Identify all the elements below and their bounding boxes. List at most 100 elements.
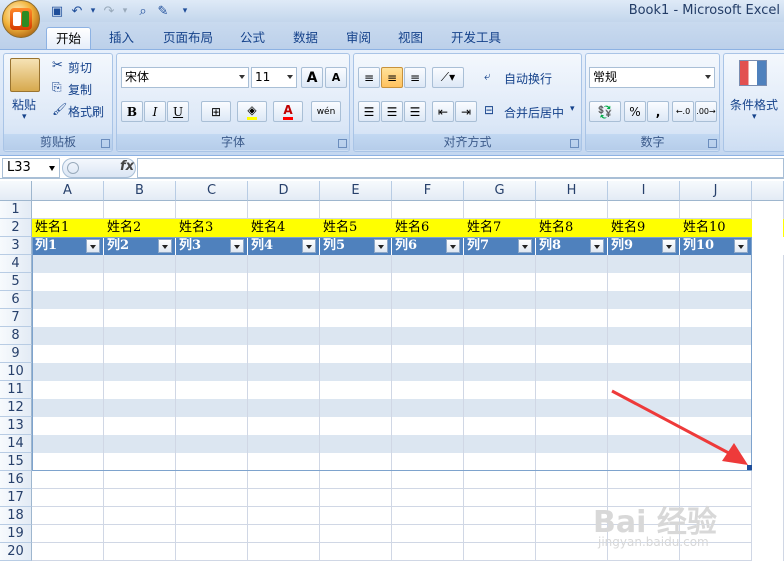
cell-b16[interactable] xyxy=(104,471,176,489)
cell-c18[interactable] xyxy=(176,507,248,525)
cell-f20[interactable] xyxy=(392,543,464,561)
cell-h13[interactable] xyxy=(536,417,608,435)
row-header-14[interactable]: 14 xyxy=(0,435,32,453)
cell-a4[interactable] xyxy=(32,255,104,273)
cell-i2[interactable]: 姓名9 xyxy=(608,219,680,237)
cell-g13[interactable] xyxy=(464,417,536,435)
cell-h10[interactable] xyxy=(536,363,608,381)
cell-d19[interactable] xyxy=(248,525,320,543)
decrease-indent-button[interactable]: ⇤ xyxy=(432,101,454,122)
merge-dropdown-icon[interactable]: ▾ xyxy=(570,104,575,114)
cell-e16[interactable] xyxy=(320,471,392,489)
cell-a3[interactable]: 列1 xyxy=(32,237,104,255)
column-header-f[interactable]: F xyxy=(392,181,464,201)
cell-j3[interactable]: 列10 xyxy=(680,237,752,255)
tab-home[interactable]: 开始 xyxy=(46,27,92,49)
cell-d2[interactable]: 姓名4 xyxy=(248,219,320,237)
filter-dropdown-icon[interactable] xyxy=(590,239,604,253)
cell-e11[interactable] xyxy=(320,381,392,399)
cell-c15[interactable] xyxy=(176,453,248,471)
cell-b14[interactable] xyxy=(104,435,176,453)
cell-j2[interactable]: 姓名10 xyxy=(680,219,752,237)
font-launcher-icon[interactable] xyxy=(338,139,347,148)
insert-function-button[interactable]: fx xyxy=(120,159,134,174)
cell-j8[interactable] xyxy=(680,327,752,345)
cell-f5[interactable] xyxy=(392,273,464,291)
increase-decimal-button[interactable]: ←.0 xyxy=(672,101,694,122)
column-header-e[interactable]: E xyxy=(320,181,392,201)
filter-dropdown-icon[interactable] xyxy=(230,239,244,253)
select-all-corner[interactable] xyxy=(0,181,32,201)
cell-d15[interactable] xyxy=(248,453,320,471)
copy-button[interactable]: 复制 xyxy=(68,81,92,98)
filter-dropdown-icon[interactable] xyxy=(662,239,676,253)
cell-b3[interactable]: 列2 xyxy=(104,237,176,255)
cell-a1[interactable] xyxy=(32,201,104,219)
cell-g1[interactable] xyxy=(464,201,536,219)
font-name-select[interactable]: 宋体 xyxy=(121,67,249,88)
cell-a7[interactable] xyxy=(32,309,104,327)
cell-e17[interactable] xyxy=(320,489,392,507)
cell-a11[interactable] xyxy=(32,381,104,399)
align-bottom-button[interactable]: ≡ xyxy=(404,67,426,88)
cell-k10[interactable] xyxy=(752,363,784,381)
row-header-19[interactable]: 19 xyxy=(0,525,32,543)
cell-f12[interactable] xyxy=(392,399,464,417)
cell-b19[interactable] xyxy=(104,525,176,543)
filter-dropdown-icon[interactable] xyxy=(374,239,388,253)
cell-e19[interactable] xyxy=(320,525,392,543)
cell-a18[interactable] xyxy=(32,507,104,525)
cell-k5[interactable] xyxy=(752,273,784,291)
column-header-c[interactable]: C xyxy=(176,181,248,201)
cell-d18[interactable] xyxy=(248,507,320,525)
cell-e18[interactable] xyxy=(320,507,392,525)
cell-k17[interactable] xyxy=(752,489,784,507)
column-header-d[interactable]: D xyxy=(248,181,320,201)
paste-icon[interactable] xyxy=(10,58,40,92)
cell-b1[interactable] xyxy=(104,201,176,219)
cell-g19[interactable] xyxy=(464,525,536,543)
bold-button[interactable]: B xyxy=(121,101,143,122)
font-color-button[interactable]: A xyxy=(273,101,303,122)
cell-f17[interactable] xyxy=(392,489,464,507)
cell-f18[interactable] xyxy=(392,507,464,525)
cell-e7[interactable] xyxy=(320,309,392,327)
cell-a6[interactable] xyxy=(32,291,104,309)
cell-d11[interactable] xyxy=(248,381,320,399)
cell-j10[interactable] xyxy=(680,363,752,381)
row-header-11[interactable]: 11 xyxy=(0,381,32,399)
cell-g11[interactable] xyxy=(464,381,536,399)
row-header-17[interactable]: 17 xyxy=(0,489,32,507)
cell-d8[interactable] xyxy=(248,327,320,345)
format-painter-button[interactable]: 格式刷 xyxy=(68,103,104,120)
wrap-text-icon[interactable]: ⤶ xyxy=(484,69,491,84)
cell-f8[interactable] xyxy=(392,327,464,345)
number-launcher-icon[interactable] xyxy=(708,139,717,148)
tab-data[interactable]: 数据 xyxy=(284,27,327,49)
cell-d14[interactable] xyxy=(248,435,320,453)
cell-d16[interactable] xyxy=(248,471,320,489)
row-header-16[interactable]: 16 xyxy=(0,471,32,489)
cell-k18[interactable] xyxy=(752,507,784,525)
cell-d13[interactable] xyxy=(248,417,320,435)
decrease-decimal-button[interactable]: .00→ xyxy=(695,101,717,122)
cell-e2[interactable]: 姓名5 xyxy=(320,219,392,237)
cell-h9[interactable] xyxy=(536,345,608,363)
cell-h1[interactable] xyxy=(536,201,608,219)
filter-dropdown-icon[interactable] xyxy=(86,239,100,253)
clipboard-launcher-icon[interactable] xyxy=(101,139,110,148)
cell-b2[interactable]: 姓名2 xyxy=(104,219,176,237)
cell-i16[interactable] xyxy=(608,471,680,489)
cell-b20[interactable] xyxy=(104,543,176,561)
save-icon[interactable]: ▣ xyxy=(48,2,66,20)
cell-b12[interactable] xyxy=(104,399,176,417)
cell-f14[interactable] xyxy=(392,435,464,453)
tab-review[interactable]: 审阅 xyxy=(337,27,380,49)
cell-g9[interactable] xyxy=(464,345,536,363)
cell-i5[interactable] xyxy=(608,273,680,291)
cell-c20[interactable] xyxy=(176,543,248,561)
cell-g14[interactable] xyxy=(464,435,536,453)
cell-k7[interactable] xyxy=(752,309,784,327)
cell-h2[interactable]: 姓名8 xyxy=(536,219,608,237)
cell-e8[interactable] xyxy=(320,327,392,345)
